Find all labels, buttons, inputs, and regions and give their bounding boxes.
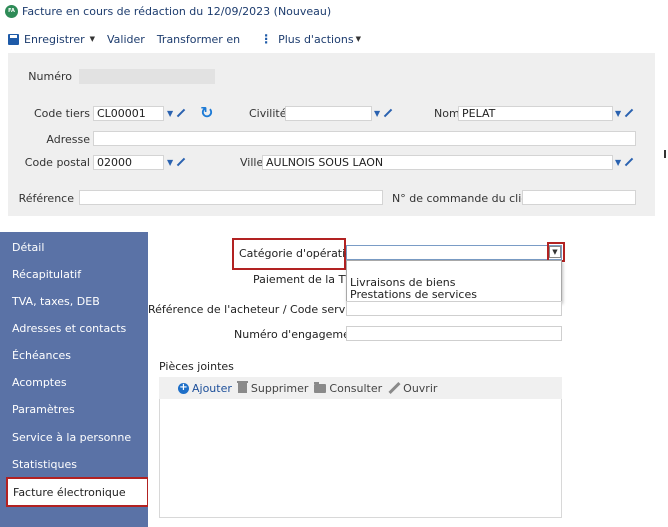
engagement-field[interactable] <box>346 326 562 341</box>
code-tiers-field[interactable]: CL00001 <box>93 106 164 121</box>
window-titlebar: FA Facture en cours de rédaction du 12/0… <box>0 0 668 22</box>
dropdown-arrow-icon[interactable]: ▼ <box>615 158 621 167</box>
view-attachment-label: Consulter <box>329 381 383 395</box>
more-actions-label: Plus d'actions <box>278 32 354 46</box>
edit-pencil-icon[interactable] <box>176 109 185 118</box>
transform-label: Transformer en <box>156 32 241 46</box>
code-tiers-controls: ▼ <box>167 106 185 121</box>
reference-acheteur-label: Référence de l'acheteur / Code service <box>148 303 362 316</box>
reference-acheteur-field[interactable] <box>346 301 562 316</box>
adresse-label: Adresse <box>46 133 90 146</box>
adresse-field[interactable] <box>93 131 636 146</box>
sidebar: Détail Récapitulatif TVA, taxes, DEB Adr… <box>0 232 149 527</box>
attachments-list[interactable] <box>159 399 562 518</box>
add-icon: + <box>178 382 189 394</box>
delete-attachment-label: Supprimer <box>250 381 309 395</box>
view-attachment-button[interactable]: Consulter <box>314 381 383 395</box>
sidebar-item-acomptes[interactable]: Acomptes <box>0 371 148 393</box>
more-actions-button[interactable]: ⋮ Plus d'actions ▼ <box>260 32 361 46</box>
engagement-label: Numéro d'engagement <box>234 328 362 341</box>
folder-icon <box>314 381 327 393</box>
categorie-select[interactable] <box>346 245 562 260</box>
civilite-label: Civilité <box>249 107 287 120</box>
sidebar-item-statistiques[interactable]: Statistiques <box>0 453 148 475</box>
sidebar-item-service-personne[interactable]: Service à la personne <box>0 426 148 448</box>
chevron-down-icon[interactable]: ▼ <box>549 246 561 258</box>
open-attachment-button[interactable]: Ouvrir <box>388 382 437 395</box>
edit-pencil-icon[interactable] <box>383 109 392 118</box>
categorie-dropdown-list: Livraisons de biens Prestations de servi… <box>346 260 562 302</box>
code-postal-controls: ▼ <box>167 155 185 170</box>
sidebar-item-recapitulatif[interactable]: Récapitulatif <box>0 263 148 285</box>
code-tiers-label: Code tiers <box>33 107 90 120</box>
main-content: Catégorie d'opérations ▼ Paiement de la … <box>148 232 668 527</box>
nom-label: Nom <box>434 107 460 120</box>
pencil-icon <box>388 382 400 394</box>
ville-field[interactable]: AULNOIS SOUS LAON <box>262 155 613 170</box>
nom-controls: ▼ <box>615 106 633 121</box>
sidebar-item-adresses[interactable]: Adresses et contacts <box>0 317 148 339</box>
scroll-edge-marker <box>664 150 666 158</box>
validate-label: Valider <box>107 32 145 46</box>
save-icon <box>8 33 19 45</box>
edit-pencil-icon[interactable] <box>624 158 633 167</box>
civilite-controls: ▼ <box>374 106 392 121</box>
attachments-title: Pièces jointes <box>159 360 234 373</box>
sidebar-item-parametres[interactable]: Paramètres <box>0 398 148 420</box>
edit-pencil-icon[interactable] <box>624 109 633 118</box>
transform-button[interactable]: Transformer en <box>157 33 240 46</box>
document-header-panel: Numéro Code tiers CL00001 ▼ ↻ Civilité ▼… <box>8 53 655 216</box>
sidebar-item-detail[interactable]: Détail <box>0 236 148 258</box>
more-dots-icon: ⋮ <box>260 32 273 46</box>
commande-label: N° de commande du client <box>392 192 540 205</box>
reference-label: Référence <box>18 192 74 205</box>
dropdown-arrow-icon[interactable]: ▼ <box>167 158 173 167</box>
refresh-icon[interactable]: ↻ <box>200 105 213 121</box>
app-badge-icon: FA <box>5 4 18 18</box>
sidebar-item-facture-electronique[interactable]: Facture électronique <box>6 477 149 507</box>
save-button[interactable]: Enregistrer ▼ <box>8 33 95 46</box>
add-attachment-label: Ajouter <box>192 381 232 395</box>
option-prestations[interactable]: Prestations de services <box>350 288 477 301</box>
ville-controls: ▼ <box>615 155 633 170</box>
reference-field[interactable] <box>79 190 383 205</box>
chevron-down-icon[interactable]: ▼ <box>90 35 95 43</box>
code-postal-label: Code postal <box>24 156 90 169</box>
trash-icon <box>236 381 248 393</box>
dropdown-arrow-icon[interactable]: ▼ <box>374 109 380 118</box>
civilite-field[interactable] <box>285 106 372 121</box>
dropdown-arrow-icon[interactable]: ▼ <box>615 109 621 118</box>
paiement-tva-label: Paiement de la TVA <box>253 273 360 286</box>
save-label: Enregistrer <box>24 32 85 46</box>
delete-attachment-button[interactable]: Supprimer <box>236 381 309 395</box>
dropdown-arrow-icon[interactable]: ▼ <box>167 109 173 118</box>
open-attachment-label: Ouvrir <box>403 381 438 395</box>
code-postal-field[interactable]: 02000 <box>93 155 164 170</box>
add-attachment-button[interactable]: + Ajouter <box>178 382 232 395</box>
numero-label: Numéro <box>28 70 72 83</box>
window-title: Facture en cours de rédaction du 12/09/2… <box>22 4 332 18</box>
nom-field[interactable]: PELAT <box>458 106 613 121</box>
commande-field[interactable] <box>522 190 636 205</box>
sidebar-item-echeances[interactable]: Échéances <box>0 344 148 366</box>
edit-pencil-icon[interactable] <box>176 158 185 167</box>
ville-label: Ville <box>240 156 264 169</box>
numero-field <box>79 69 215 84</box>
attachments-toolbar: + Ajouter Supprimer Consulter Ouvrir <box>159 377 562 399</box>
chevron-down-icon: ▼ <box>355 35 361 43</box>
validate-button[interactable]: Valider <box>107 33 145 46</box>
toolbar: Enregistrer ▼ Valider Transformer en ⋮ P… <box>0 28 668 50</box>
sidebar-item-tva[interactable]: TVA, taxes, DEB <box>0 290 148 312</box>
